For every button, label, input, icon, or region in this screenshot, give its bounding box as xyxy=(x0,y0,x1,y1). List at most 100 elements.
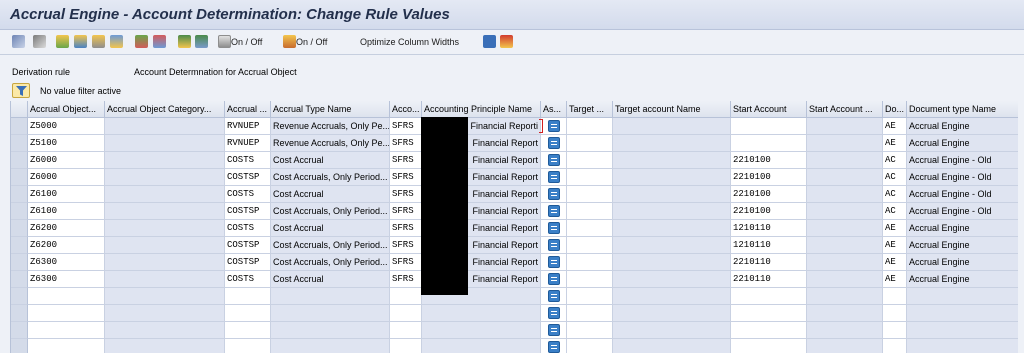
cell-document-type[interactable] xyxy=(883,305,907,322)
toggle-change-icon[interactable] xyxy=(283,35,296,48)
import-icon[interactable] xyxy=(110,35,123,48)
cell-assignment[interactable] xyxy=(541,254,567,271)
optimize-column-widths-button[interactable]: Optimize Column Widths xyxy=(360,37,459,47)
value-help-icon[interactable] xyxy=(548,154,560,166)
cell-accrual-object[interactable]: Z5000 xyxy=(28,118,105,135)
value-help-icon[interactable] xyxy=(548,273,560,285)
row-selector[interactable] xyxy=(11,220,28,237)
cell-start-account[interactable]: 1210110 xyxy=(731,220,807,237)
row-selector[interactable] xyxy=(11,237,28,254)
cell-accounting-principle[interactable]: SFRS xyxy=(390,152,422,169)
cell-document-type[interactable]: AE xyxy=(883,271,907,288)
cell-start-account[interactable]: 2210110 xyxy=(731,271,807,288)
cell-accrual-type[interactable]: RVNUEP xyxy=(225,135,271,152)
add-row-icon[interactable] xyxy=(56,35,69,48)
column-header-accounting-principle-name[interactable]: Accounting Principle Name xyxy=(422,101,541,118)
cell-accrual-type[interactable]: COSTSP xyxy=(225,203,271,220)
toggle-display-icon[interactable] xyxy=(218,35,231,48)
row-selector[interactable] xyxy=(11,203,28,220)
row-selector[interactable] xyxy=(11,288,28,305)
cell-target[interactable] xyxy=(567,339,613,353)
copy-row-icon[interactable] xyxy=(74,35,87,48)
cell-accrual-object[interactable] xyxy=(28,305,105,322)
cell-accrual-type[interactable]: COSTS xyxy=(225,220,271,237)
cell-start-account[interactable] xyxy=(731,118,807,135)
select-all-corner[interactable] xyxy=(11,101,28,118)
cell-accrual-type[interactable]: COSTSP xyxy=(225,169,271,186)
cell-accrual-object[interactable] xyxy=(28,288,105,305)
export-icon[interactable] xyxy=(135,35,148,48)
cell-assignment[interactable] xyxy=(541,220,567,237)
column-header-accounting-principle[interactable]: Acco... xyxy=(390,101,422,118)
value-help-icon[interactable] xyxy=(548,137,560,149)
filter-icon[interactable] xyxy=(195,35,208,48)
cell-start-account[interactable]: 2210100 xyxy=(731,203,807,220)
column-header-accrual-object[interactable]: Accrual Object... xyxy=(28,101,105,118)
column-header-target[interactable]: Target ... xyxy=(567,101,613,118)
value-help-icon[interactable] xyxy=(548,171,560,183)
cell-assignment[interactable] xyxy=(541,271,567,288)
value-help-icon[interactable] xyxy=(548,290,560,302)
cell-document-type[interactable]: AE xyxy=(883,135,907,152)
cell-target[interactable] xyxy=(567,118,613,135)
cell-assignment[interactable] xyxy=(541,169,567,186)
column-header-accrual-object-category[interactable]: Accrual Object Category... xyxy=(105,101,225,118)
cell-document-type[interactable]: AC xyxy=(883,186,907,203)
cell-start-account[interactable]: 1210110 xyxy=(731,237,807,254)
row-selector[interactable] xyxy=(11,339,28,353)
cell-accrual-object[interactable]: Z6100 xyxy=(28,186,105,203)
row-selector[interactable] xyxy=(11,271,28,288)
value-help-icon[interactable] xyxy=(548,222,560,234)
cell-accrual-type[interactable]: COSTS xyxy=(225,152,271,169)
cell-document-type[interactable] xyxy=(883,322,907,339)
row-selector[interactable] xyxy=(11,322,28,339)
cell-accounting-principle[interactable] xyxy=(390,288,422,305)
cell-target[interactable] xyxy=(567,220,613,237)
cell-document-type[interactable]: AE xyxy=(883,237,907,254)
cell-assignment[interactable] xyxy=(541,322,567,339)
cell-accrual-object[interactable] xyxy=(28,322,105,339)
cell-assignment[interactable] xyxy=(541,203,567,220)
cell-accounting-principle[interactable]: SFRS xyxy=(390,203,422,220)
sort-ascending-icon[interactable] xyxy=(178,35,191,48)
cell-assignment[interactable] xyxy=(541,339,567,353)
cell-document-type[interactable]: AE xyxy=(883,220,907,237)
layout-icon[interactable] xyxy=(153,35,166,48)
value-help-icon[interactable] xyxy=(548,307,560,319)
cell-accrual-object[interactable]: Z6200 xyxy=(28,237,105,254)
value-help-icon[interactable] xyxy=(548,256,560,268)
transport-icon[interactable] xyxy=(500,35,513,48)
column-header-accrual-type[interactable]: Accrual ... xyxy=(225,101,271,118)
cell-document-type[interactable]: AC xyxy=(883,152,907,169)
cell-target[interactable] xyxy=(567,322,613,339)
cell-start-account[interactable]: 2210100 xyxy=(731,169,807,186)
column-header-document-type[interactable]: Do... xyxy=(883,101,907,118)
column-header-start-account[interactable]: Start Account xyxy=(731,101,807,118)
cell-start-account[interactable] xyxy=(731,339,807,353)
value-help-icon[interactable] xyxy=(548,341,560,353)
cell-accrual-type[interactable]: COSTSP xyxy=(225,254,271,271)
toggle2-label[interactable]: On / Off xyxy=(296,37,327,47)
cell-accrual-type[interactable]: RVNUEP xyxy=(225,118,271,135)
cell-target[interactable] xyxy=(567,152,613,169)
value-help-icon[interactable] xyxy=(548,324,560,336)
cell-accrual-type[interactable] xyxy=(225,288,271,305)
column-header-document-type-name[interactable]: Document type Name xyxy=(907,101,1018,118)
cell-assignment[interactable] xyxy=(541,237,567,254)
glasses-icon[interactable] xyxy=(12,35,25,48)
cell-target[interactable] xyxy=(567,169,613,186)
cell-document-type[interactable]: AC xyxy=(883,169,907,186)
cell-accrual-object[interactable]: Z6000 xyxy=(28,152,105,169)
cell-accounting-principle[interactable]: SFRS xyxy=(390,135,422,152)
cell-accrual-type[interactable] xyxy=(225,322,271,339)
cell-start-account[interactable] xyxy=(731,322,807,339)
cell-target[interactable] xyxy=(567,254,613,271)
cell-target[interactable] xyxy=(567,237,613,254)
row-selector[interactable] xyxy=(11,152,28,169)
cell-target[interactable] xyxy=(567,186,613,203)
cell-assignment[interactable] xyxy=(541,288,567,305)
other-object-icon[interactable] xyxy=(33,35,46,48)
cell-accrual-object[interactable]: Z6300 xyxy=(28,254,105,271)
cell-accounting-principle[interactable] xyxy=(390,339,422,353)
cell-start-account[interactable] xyxy=(731,288,807,305)
